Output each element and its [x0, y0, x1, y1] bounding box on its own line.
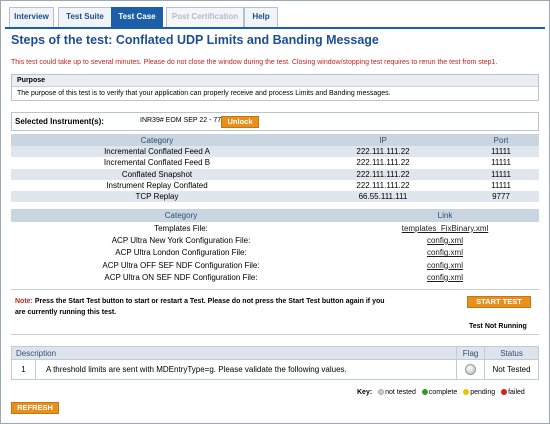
note-text: Note: Press the Start Test button to sta…	[15, 296, 390, 318]
results-table: Description Flag Status 1 A threshold li…	[10, 346, 539, 380]
test-status: Test Not Running	[469, 323, 527, 330]
refresh-button[interactable]: REFRESH	[11, 402, 59, 414]
results-header-status: Status	[484, 346, 539, 360]
file-link[interactable]: config.xml	[351, 259, 539, 271]
instrument-value: INR39# EOM SEP 22 - 771	[140, 117, 226, 124]
feed-port: 11111	[463, 168, 539, 180]
purpose-panel: Purpose The purpose of this test is to v…	[11, 74, 539, 101]
file-category: ACP Ultra ON SEF NDF Configuration File:	[104, 272, 258, 282]
purpose-text: The purpose of this test is to verify th…	[17, 90, 391, 97]
red-dot-icon	[501, 389, 508, 395]
feed-ip: 222.111.111.22	[356, 158, 410, 168]
feed-port: 9777	[463, 191, 539, 203]
feed-category: TCP Replay	[11, 191, 303, 203]
feeds-header-ip: IP	[303, 134, 463, 146]
feed-ip: 66.55.111.111	[303, 191, 463, 203]
tab-help[interactable]: Help	[244, 7, 278, 27]
note-prefix: Note:	[15, 298, 33, 305]
purpose-heading: Purpose	[12, 75, 538, 87]
yellow-dot-icon	[463, 389, 470, 395]
table-row: 1 A threshold limits are sent with MDEnt…	[11, 359, 539, 380]
grey-dot-icon	[378, 389, 385, 395]
table-row: ACP Ultra London Configuration File: con…	[11, 247, 539, 259]
file-category: Templates File:	[154, 223, 208, 233]
flag-grey-icon	[465, 364, 477, 375]
feeds-header-port: Port	[463, 134, 539, 146]
tab-post-certification: Post Certification	[166, 7, 244, 27]
file-category: ACP Ultra New York Configuration File:	[111, 235, 251, 245]
table-row: Incremental Conflated Feed A 222.111.111…	[11, 146, 539, 158]
test-window: Interview Test Suite Test Case Post Cert…	[0, 0, 550, 424]
feed-category: Incremental Conflated Feed A	[11, 146, 303, 158]
file-link[interactable]: templates_FixBinary.xml	[351, 222, 539, 234]
tab-bar: Interview Test Suite Test Case Post Cert…	[5, 5, 545, 29]
feeds-header-category: Category	[11, 134, 303, 146]
feed-port: 11111	[491, 158, 511, 168]
table-row: Templates File: templates_FixBinary.xml	[11, 222, 539, 234]
feed-port: 11111	[491, 181, 511, 191]
result-description: A threshold limits are sent with MDEntry…	[34, 359, 458, 380]
green-dot-icon	[421, 389, 428, 395]
files-header-category: Category	[11, 209, 351, 222]
table-row: ACP Ultra New York Configuration File: c…	[11, 234, 539, 246]
instrument-panel: Selected Instrument(s): INR39# EOM SEP 2…	[11, 112, 539, 131]
feed-category: Instrument Replay Conflated	[106, 181, 208, 191]
note-panel: Note: Press the Start Test button to sta…	[11, 289, 539, 335]
feed-ip: 222.111.111.22	[303, 146, 463, 158]
feed-category: Incremental Conflated Feed B	[103, 158, 211, 168]
file-category: ACP Ultra OFF SEF NDF Configuration File…	[102, 260, 260, 270]
tab-test-case[interactable]: Test Case	[111, 7, 163, 27]
file-link[interactable]: config.xml	[351, 234, 539, 246]
key-label: Key:	[357, 389, 373, 396]
key-pending: pending	[470, 389, 496, 396]
result-status: Not Tested	[484, 359, 539, 380]
file-link[interactable]: config.xml	[351, 271, 539, 283]
table-row: Incremental Conflated Feed B 222.111.111…	[11, 157, 539, 168]
table-row: ACP Ultra OFF SEF NDF Configuration File…	[11, 259, 539, 271]
feed-port: 11111	[463, 146, 539, 158]
tab-test-suite[interactable]: Test Suite	[58, 7, 112, 27]
feed-ip: 222.111.111.22	[303, 168, 463, 180]
status-key: Key: not tested complete pending failed	[357, 389, 525, 396]
page-title: Steps of the test: Conflated UDP Limits …	[11, 33, 379, 47]
table-row: Conflated Snapshot 222.111.111.22 11111	[11, 168, 539, 180]
table-row: Instrument Replay Conflated 222.111.111.…	[11, 180, 539, 191]
tab-interview[interactable]: Interview	[9, 7, 54, 27]
table-row: ACP Ultra ON SEF NDF Configuration File:…	[11, 271, 539, 283]
results-header-flag: Flag	[456, 346, 486, 360]
result-flag	[456, 359, 486, 380]
note-body: Press the Start Test button to start or …	[15, 298, 385, 316]
file-link[interactable]: config.xml	[351, 247, 539, 259]
unlock-button[interactable]: Unlock	[221, 116, 259, 128]
result-number: 1	[11, 359, 36, 380]
key-failed: failed	[508, 389, 525, 396]
key-not-tested: not tested	[385, 389, 416, 396]
instrument-label: Selected Instrument(s):	[15, 117, 104, 126]
files-header-link: Link	[351, 209, 539, 222]
results-header-description: Description	[10, 346, 458, 360]
start-test-button[interactable]: START TEST	[467, 296, 531, 308]
file-category: ACP Ultra London Configuration File:	[115, 248, 247, 258]
files-table: Category Link Templates File: templates_…	[11, 209, 539, 283]
feeds-table: Category IP Port Incremental Conflated F…	[11, 134, 539, 203]
table-row: TCP Replay 66.55.111.111 9777	[11, 191, 539, 203]
feed-ip: 222.111.111.22	[356, 181, 410, 191]
key-complete: complete	[428, 389, 458, 396]
feed-category: Conflated Snapshot	[11, 168, 303, 180]
warning-message: This test could take up to several minut…	[11, 59, 498, 66]
